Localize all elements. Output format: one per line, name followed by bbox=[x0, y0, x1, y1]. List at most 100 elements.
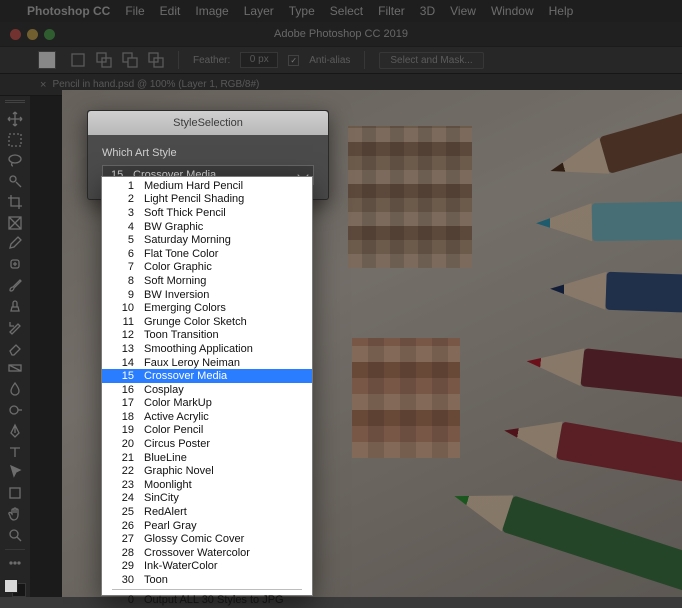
dropdown-option[interactable]: 11Grunge Color Sketch bbox=[102, 315, 312, 329]
marquee-tool[interactable] bbox=[4, 131, 26, 149]
dropdown-option[interactable]: 20Circus Poster bbox=[102, 437, 312, 451]
dropdown-output-option[interactable]: 0Output ALL 30 Styles to JPG bbox=[102, 592, 312, 608]
dropdown-option[interactable]: 27 Glossy Comic Cover bbox=[102, 532, 312, 546]
dropdown-option[interactable]: 12Toon Transition bbox=[102, 329, 312, 343]
dropdown-option[interactable]: 1Medium Hard Pencil bbox=[102, 179, 312, 193]
dropdown-option[interactable]: 16Cosplay bbox=[102, 383, 312, 397]
menu-window[interactable]: Window bbox=[491, 4, 534, 18]
option-index: 15 bbox=[110, 370, 134, 382]
dropdown-option[interactable]: 22Graphic Novel bbox=[102, 464, 312, 478]
antialias-checkbox[interactable]: ✓ bbox=[288, 55, 299, 66]
dropdown-option[interactable]: 10Emerging Colors bbox=[102, 301, 312, 315]
selection-subtract-icon[interactable] bbox=[122, 52, 138, 68]
brush-tool[interactable] bbox=[4, 276, 26, 294]
feather-input[interactable]: 0 px bbox=[240, 52, 278, 68]
menu-layer[interactable]: Layer bbox=[244, 4, 274, 18]
menu-help[interactable]: Help bbox=[549, 4, 574, 18]
app-name[interactable]: Photoshop CC bbox=[27, 4, 110, 18]
dropdown-option[interactable]: 13 Smoothing Application bbox=[102, 342, 312, 356]
lasso-tool[interactable] bbox=[4, 151, 26, 169]
dropdown-option[interactable]: 24SinCity bbox=[102, 492, 312, 506]
menu-view[interactable]: View bbox=[450, 4, 476, 18]
path-select-tool[interactable] bbox=[4, 463, 26, 481]
dropdown-option[interactable]: 2Light Pencil Shading bbox=[102, 193, 312, 207]
clone-stamp-tool[interactable] bbox=[4, 297, 26, 315]
option-label: Active Acrylic bbox=[144, 411, 209, 423]
menu-file[interactable]: File bbox=[125, 4, 144, 18]
option-label: Light Pencil Shading bbox=[144, 193, 244, 205]
blur-tool[interactable] bbox=[4, 380, 26, 398]
dropdown-option[interactable]: 28Crossover Watercolor bbox=[102, 546, 312, 560]
selection-new-icon[interactable] bbox=[70, 52, 86, 68]
option-index: 13 bbox=[110, 343, 134, 355]
quick-select-tool[interactable] bbox=[4, 172, 26, 190]
document-tab[interactable]: Pencil in hand.psd @ 100% (Layer 1, RGB/… bbox=[52, 79, 259, 90]
dropdown-option[interactable]: 6Flat Tone Color bbox=[102, 247, 312, 261]
dropdown-option[interactable]: 7Color Graphic bbox=[102, 261, 312, 275]
tab-close-icon[interactable]: × bbox=[40, 79, 46, 91]
dropdown-option[interactable]: 3Soft Thick Pencil bbox=[102, 206, 312, 220]
option-label: Toon Transition bbox=[144, 329, 219, 341]
option-label: Smoothing Application bbox=[144, 343, 253, 355]
type-tool[interactable] bbox=[4, 443, 26, 461]
window-close-button[interactable] bbox=[10, 29, 21, 40]
dodge-tool[interactable] bbox=[4, 401, 26, 419]
pen-tool[interactable] bbox=[4, 422, 26, 440]
zoom-tool[interactable] bbox=[4, 526, 26, 544]
window-maximize-button[interactable] bbox=[44, 29, 55, 40]
menu-3d[interactable]: 3D bbox=[420, 4, 435, 18]
history-brush-tool[interactable] bbox=[4, 318, 26, 336]
dropdown-option[interactable]: 14Faux Leroy Neiman bbox=[102, 356, 312, 370]
dropdown-option[interactable]: 15Crossover Media bbox=[102, 369, 312, 383]
active-tool-swatch[interactable] bbox=[38, 51, 56, 69]
healing-brush-tool[interactable] bbox=[4, 255, 26, 273]
dropdown-option[interactable]: 18Active Acrylic bbox=[102, 410, 312, 424]
option-label: Glossy Comic Cover bbox=[144, 533, 244, 545]
selection-add-icon[interactable] bbox=[96, 52, 112, 68]
dropdown-option[interactable]: 30Toon bbox=[102, 573, 312, 587]
eraser-tool[interactable] bbox=[4, 339, 26, 357]
dropdown-option[interactable]: 9BW Inversion bbox=[102, 288, 312, 302]
dropdown-option[interactable]: 5 Saturday Morning bbox=[102, 233, 312, 247]
color-swatches[interactable] bbox=[4, 579, 26, 597]
art-style-dropdown-list[interactable]: 1Medium Hard Pencil2Light Pencil Shading… bbox=[101, 176, 313, 596]
menu-filter[interactable]: Filter bbox=[378, 4, 405, 18]
option-label: Toon bbox=[144, 574, 168, 586]
crop-tool[interactable] bbox=[4, 193, 26, 211]
option-index: 4 bbox=[110, 221, 134, 233]
option-label: BW Inversion bbox=[144, 289, 209, 301]
window-title: Adobe Photoshop CC 2019 bbox=[0, 28, 682, 40]
dropdown-option[interactable]: 29Ink-WaterColor bbox=[102, 560, 312, 574]
dropdown-option[interactable]: 19Color Pencil bbox=[102, 424, 312, 438]
frame-tool[interactable] bbox=[4, 214, 26, 232]
gradient-tool[interactable] bbox=[4, 359, 26, 377]
option-label: Saturday Morning bbox=[144, 234, 231, 246]
dropdown-option[interactable]: 23Moonlight bbox=[102, 478, 312, 492]
option-index: 8 bbox=[110, 275, 134, 287]
option-index: 5 bbox=[110, 234, 134, 246]
menu-select[interactable]: Select bbox=[330, 4, 363, 18]
menu-edit[interactable]: Edit bbox=[160, 4, 181, 18]
eyedropper-tool[interactable] bbox=[4, 235, 26, 253]
dropdown-option[interactable]: 4 BW Graphic bbox=[102, 220, 312, 234]
shape-tool[interactable] bbox=[4, 484, 26, 502]
dropdown-option[interactable]: 26Pearl Gray bbox=[102, 519, 312, 533]
hand-tool[interactable] bbox=[4, 505, 26, 523]
tools-panel bbox=[0, 96, 30, 597]
window-minimize-button[interactable] bbox=[27, 29, 38, 40]
edit-toolbar-icon[interactable] bbox=[4, 554, 26, 572]
option-index: 7 bbox=[110, 261, 134, 273]
dropdown-option[interactable]: 8Soft Morning bbox=[102, 274, 312, 288]
panel-grip[interactable] bbox=[5, 100, 25, 105]
menu-type[interactable]: Type bbox=[289, 4, 315, 18]
antialias-label: Anti-alias bbox=[309, 55, 350, 66]
option-index: 27 bbox=[110, 533, 134, 545]
select-and-mask-button[interactable]: Select and Mask... bbox=[379, 52, 483, 69]
dropdown-option[interactable]: 21BlueLine bbox=[102, 451, 312, 465]
menu-image[interactable]: Image bbox=[195, 4, 228, 18]
selection-intersect-icon[interactable] bbox=[148, 52, 164, 68]
dropdown-option[interactable]: 17Color MarkUp bbox=[102, 397, 312, 411]
dropdown-option[interactable]: 25RedAlert bbox=[102, 505, 312, 519]
move-tool[interactable] bbox=[4, 110, 26, 128]
option-label: BW Graphic bbox=[144, 221, 203, 233]
